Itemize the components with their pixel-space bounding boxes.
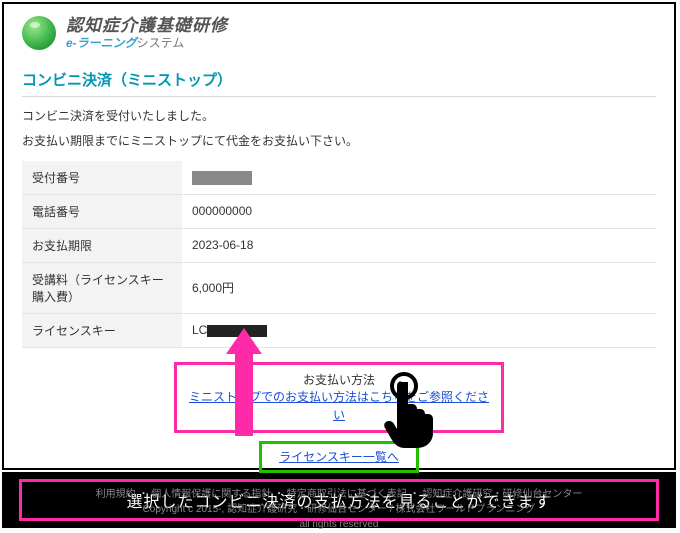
receipt-label: 受付番号 [22,161,182,195]
app-titles: 認知症介護基礎研修 e-ラーニングシステム [66,16,228,51]
pointer-hand-icon [384,372,444,450]
license-label: ライセンスキー [22,313,182,347]
footer-copyright: Copyright c 2015-, 認知症介護研究・研修仙台センター / 株式… [143,504,536,515]
license-list-link[interactable]: ライセンスキー一覧へ [279,450,399,464]
table-row: ライセンスキー LC [22,313,656,347]
table-row: 受講料（ライセンスキー購入費） 6,000円 [22,262,656,313]
phone-label: 電話番号 [22,194,182,228]
table-row: お支払期限 2023-06-18 [22,228,656,262]
due-value: 2023-06-18 [182,228,656,262]
due-label: お支払期限 [22,228,182,262]
fee-value: 6,000円 [182,262,656,313]
msg-received: コンビニ決済を受付いたしました。 [22,107,656,124]
section-title: コンビニ決済（ミニストップ） [22,69,656,90]
footer-link[interactable]: 認知症介護研究・研修仙台センター [422,489,582,500]
payment-method-box: お支払い方法 ミニストップでのお支払い方法はこちらをご参照ください [174,362,504,433]
footer: 利用規約 ・ 個人情報保護に関する指針 ・ 特定商取引法に基づく表記 ・ 認知症… [22,487,656,532]
table-row: 受付番号 [22,161,656,195]
table-row: 電話番号 000000000 [22,194,656,228]
receipt-value [182,161,656,195]
fee-label: 受講料（ライセンスキー購入費） [22,262,182,313]
callout-arrow-icon [226,328,262,436]
phone-value: 000000000 [182,194,656,228]
footer-link[interactable]: 特定商取引法に基づく表記 [287,489,407,500]
details-table: 受付番号 電話番号 000000000 お支払期限 2023-06-18 受講料… [22,161,656,348]
divider [22,96,656,97]
app-subtitle: e-ラーニングシステム [66,36,228,50]
footer-link[interactable]: 個人情報保護に関する指針 [151,489,271,500]
header: 認知症介護基礎研修 e-ラーニングシステム [22,16,656,51]
redacted-block [192,171,252,185]
logo-icon [22,16,56,50]
app-title: 認知症介護基礎研修 [66,16,228,36]
msg-instruction: お支払い期限までにミニストップにて代金をお支払い下さい。 [22,132,656,149]
footer-link[interactable]: 利用規約 [96,489,136,500]
footer-rights: all rights reserved [300,519,379,530]
